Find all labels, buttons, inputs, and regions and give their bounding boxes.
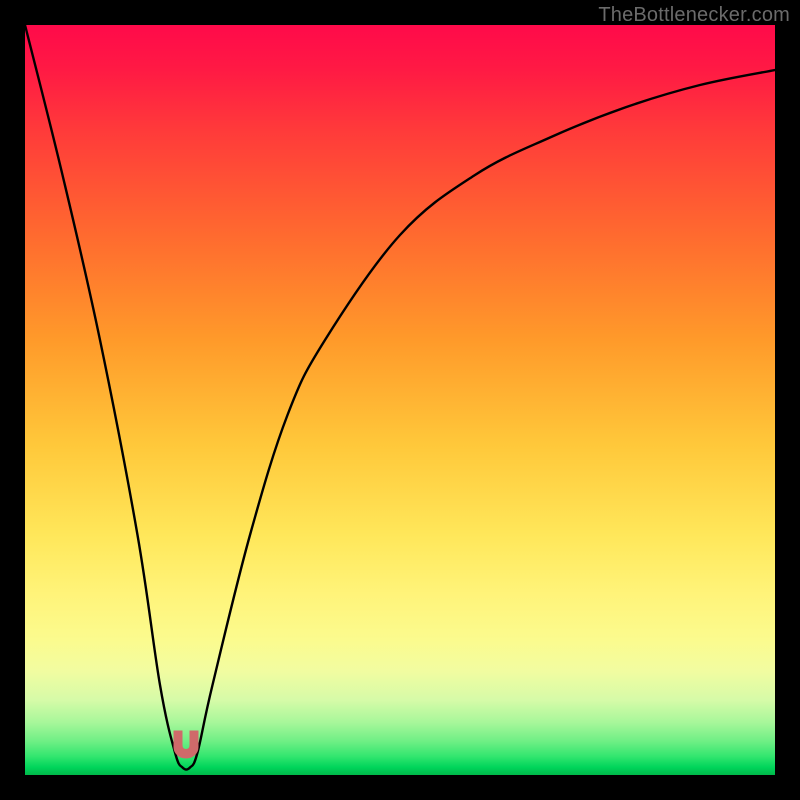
optimum-marker-icon xyxy=(171,729,201,759)
watermark-text: TheBottlenecker.com xyxy=(598,4,790,27)
bottleneck-curve xyxy=(25,25,775,775)
chart-stage: TheBottlenecker.com xyxy=(0,0,800,800)
plot-area xyxy=(25,25,775,775)
